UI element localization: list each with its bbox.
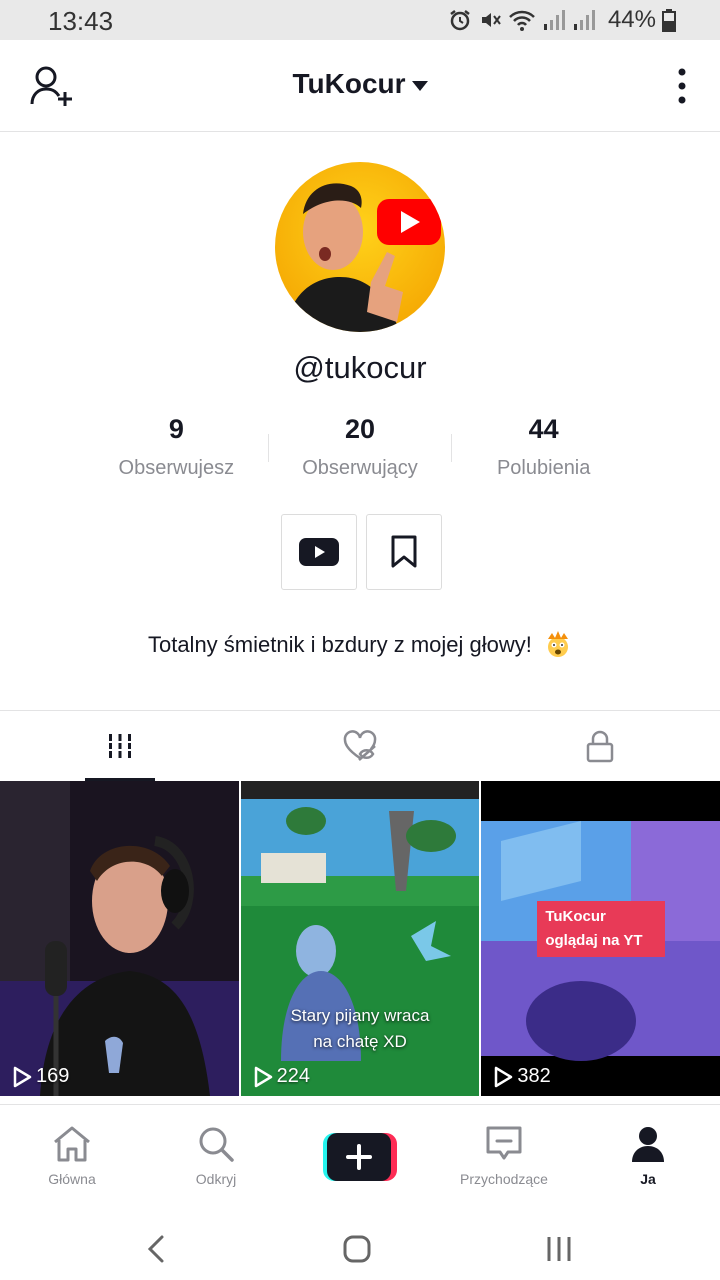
nav-create[interactable] — [288, 1105, 432, 1214]
stat-following[interactable]: 9 Obserwujesz — [85, 414, 268, 484]
avatar[interactable] — [275, 162, 445, 332]
video-grid: 169 Stary pijany wraca na chatę XD 224 T… — [0, 781, 720, 1096]
signal-icon — [543, 10, 565, 30]
profile-tabs — [0, 710, 720, 781]
nav-discover[interactable]: Odkryj — [144, 1105, 288, 1214]
tab-videos[interactable] — [0, 711, 240, 781]
home-icon — [54, 1126, 90, 1162]
stat-likes[interactable]: 44 Polubienia — [452, 414, 635, 484]
account-name: TuKocur — [292, 68, 406, 99]
mute-icon — [481, 13, 501, 27]
caption-line: Stary pijany wraca na chatę XD — [290, 1006, 430, 1051]
status-time: 13:43 — [48, 6, 114, 36]
tab-private[interactable] — [480, 711, 720, 781]
account-switcher[interactable]: TuKocur — [0, 68, 720, 100]
tab-liked[interactable] — [240, 711, 480, 781]
system-navigation-bar — [0, 1214, 720, 1280]
stat-label: Obserwujesz — [118, 457, 235, 479]
stat-label: Obserwujący — [302, 457, 418, 479]
bottom-nav: Główna Odkryj Przychodzące Ja — [0, 1104, 720, 1214]
inbox-icon — [486, 1126, 522, 1160]
bookmark-button[interactable] — [366, 514, 442, 590]
video-thumbnail[interactable]: Stary pijany wraca na chatę XD 224 — [240, 781, 480, 1096]
stat-value: 9 — [168, 414, 184, 444]
youtube-button[interactable] — [281, 514, 357, 590]
video-banner: TuKocur oglądaj na YT — [537, 901, 666, 957]
home-button-icon[interactable] — [342, 1234, 372, 1264]
caret-down-icon — [411, 80, 428, 91]
view-count: 224 — [253, 1065, 310, 1088]
nav-label: Główna — [48, 1171, 96, 1187]
hidden-heart-icon — [343, 730, 377, 761]
search-icon — [199, 1127, 234, 1162]
profile-header: TuKocur — [0, 40, 720, 132]
status-bar: 13:43 44% — [0, 0, 720, 40]
exploding-head-emoji-icon — [548, 631, 569, 658]
nav-home[interactable]: Główna — [0, 1105, 144, 1214]
recent-apps-icon[interactable] — [544, 1234, 574, 1264]
more-options-icon[interactable] — [674, 68, 690, 104]
stat-label: Polubienia — [496, 457, 591, 479]
stat-value: 20 — [344, 414, 376, 444]
nav-me[interactable]: Ja — [576, 1105, 720, 1214]
profile-actions — [281, 514, 442, 590]
bookmark-icon — [391, 535, 417, 568]
profile-icon — [632, 1127, 664, 1162]
video-thumbnail[interactable]: 169 — [0, 781, 239, 1096]
youtube-icon — [299, 538, 339, 566]
view-count-value: 382 — [517, 1065, 551, 1087]
play-icon — [495, 1066, 513, 1087]
battery-percent: 44% — [607, 6, 656, 33]
video-caption: Stary pijany wraca na chatę XD — [241, 1003, 480, 1055]
bio-text: Totalny śmietnik i bzdury z mojej głowy! — [147, 632, 532, 657]
nav-label: Ja — [640, 1171, 656, 1187]
wifi-icon — [509, 10, 535, 31]
grid-icon — [107, 734, 133, 758]
nav-label: Odkryj — [195, 1171, 237, 1187]
play-icon — [254, 1066, 272, 1087]
profile-bio: Totalny śmietnik i bzdury z mojej głowy! — [0, 631, 720, 660]
view-count: 169 — [12, 1065, 69, 1088]
create-button — [323, 1133, 397, 1181]
battery-icon — [662, 9, 676, 32]
view-count-value: 224 — [276, 1065, 311, 1087]
back-icon[interactable] — [144, 1234, 168, 1264]
profile-username: @tukocur — [293, 350, 427, 385]
nav-inbox[interactable]: Przychodzące — [432, 1105, 576, 1214]
lock-icon — [586, 730, 614, 763]
view-count: 382 — [493, 1065, 551, 1088]
view-count-value: 169 — [36, 1065, 70, 1087]
nav-label: Przychodzące — [460, 1171, 548, 1187]
play-icon — [13, 1066, 32, 1087]
stat-value: 44 — [528, 414, 559, 444]
alarm-icon — [450, 10, 470, 31]
profile-stats: 9 Obserwujesz 20 Obserwujący 44 Polubien… — [85, 414, 635, 484]
plus-icon — [323, 1133, 397, 1181]
signal-icon — [573, 10, 595, 30]
video-thumbnail[interactable]: TuKocur oglądaj na YT 382 — [481, 781, 720, 1096]
stat-followers[interactable]: 20 Obserwujący — [269, 414, 452, 484]
